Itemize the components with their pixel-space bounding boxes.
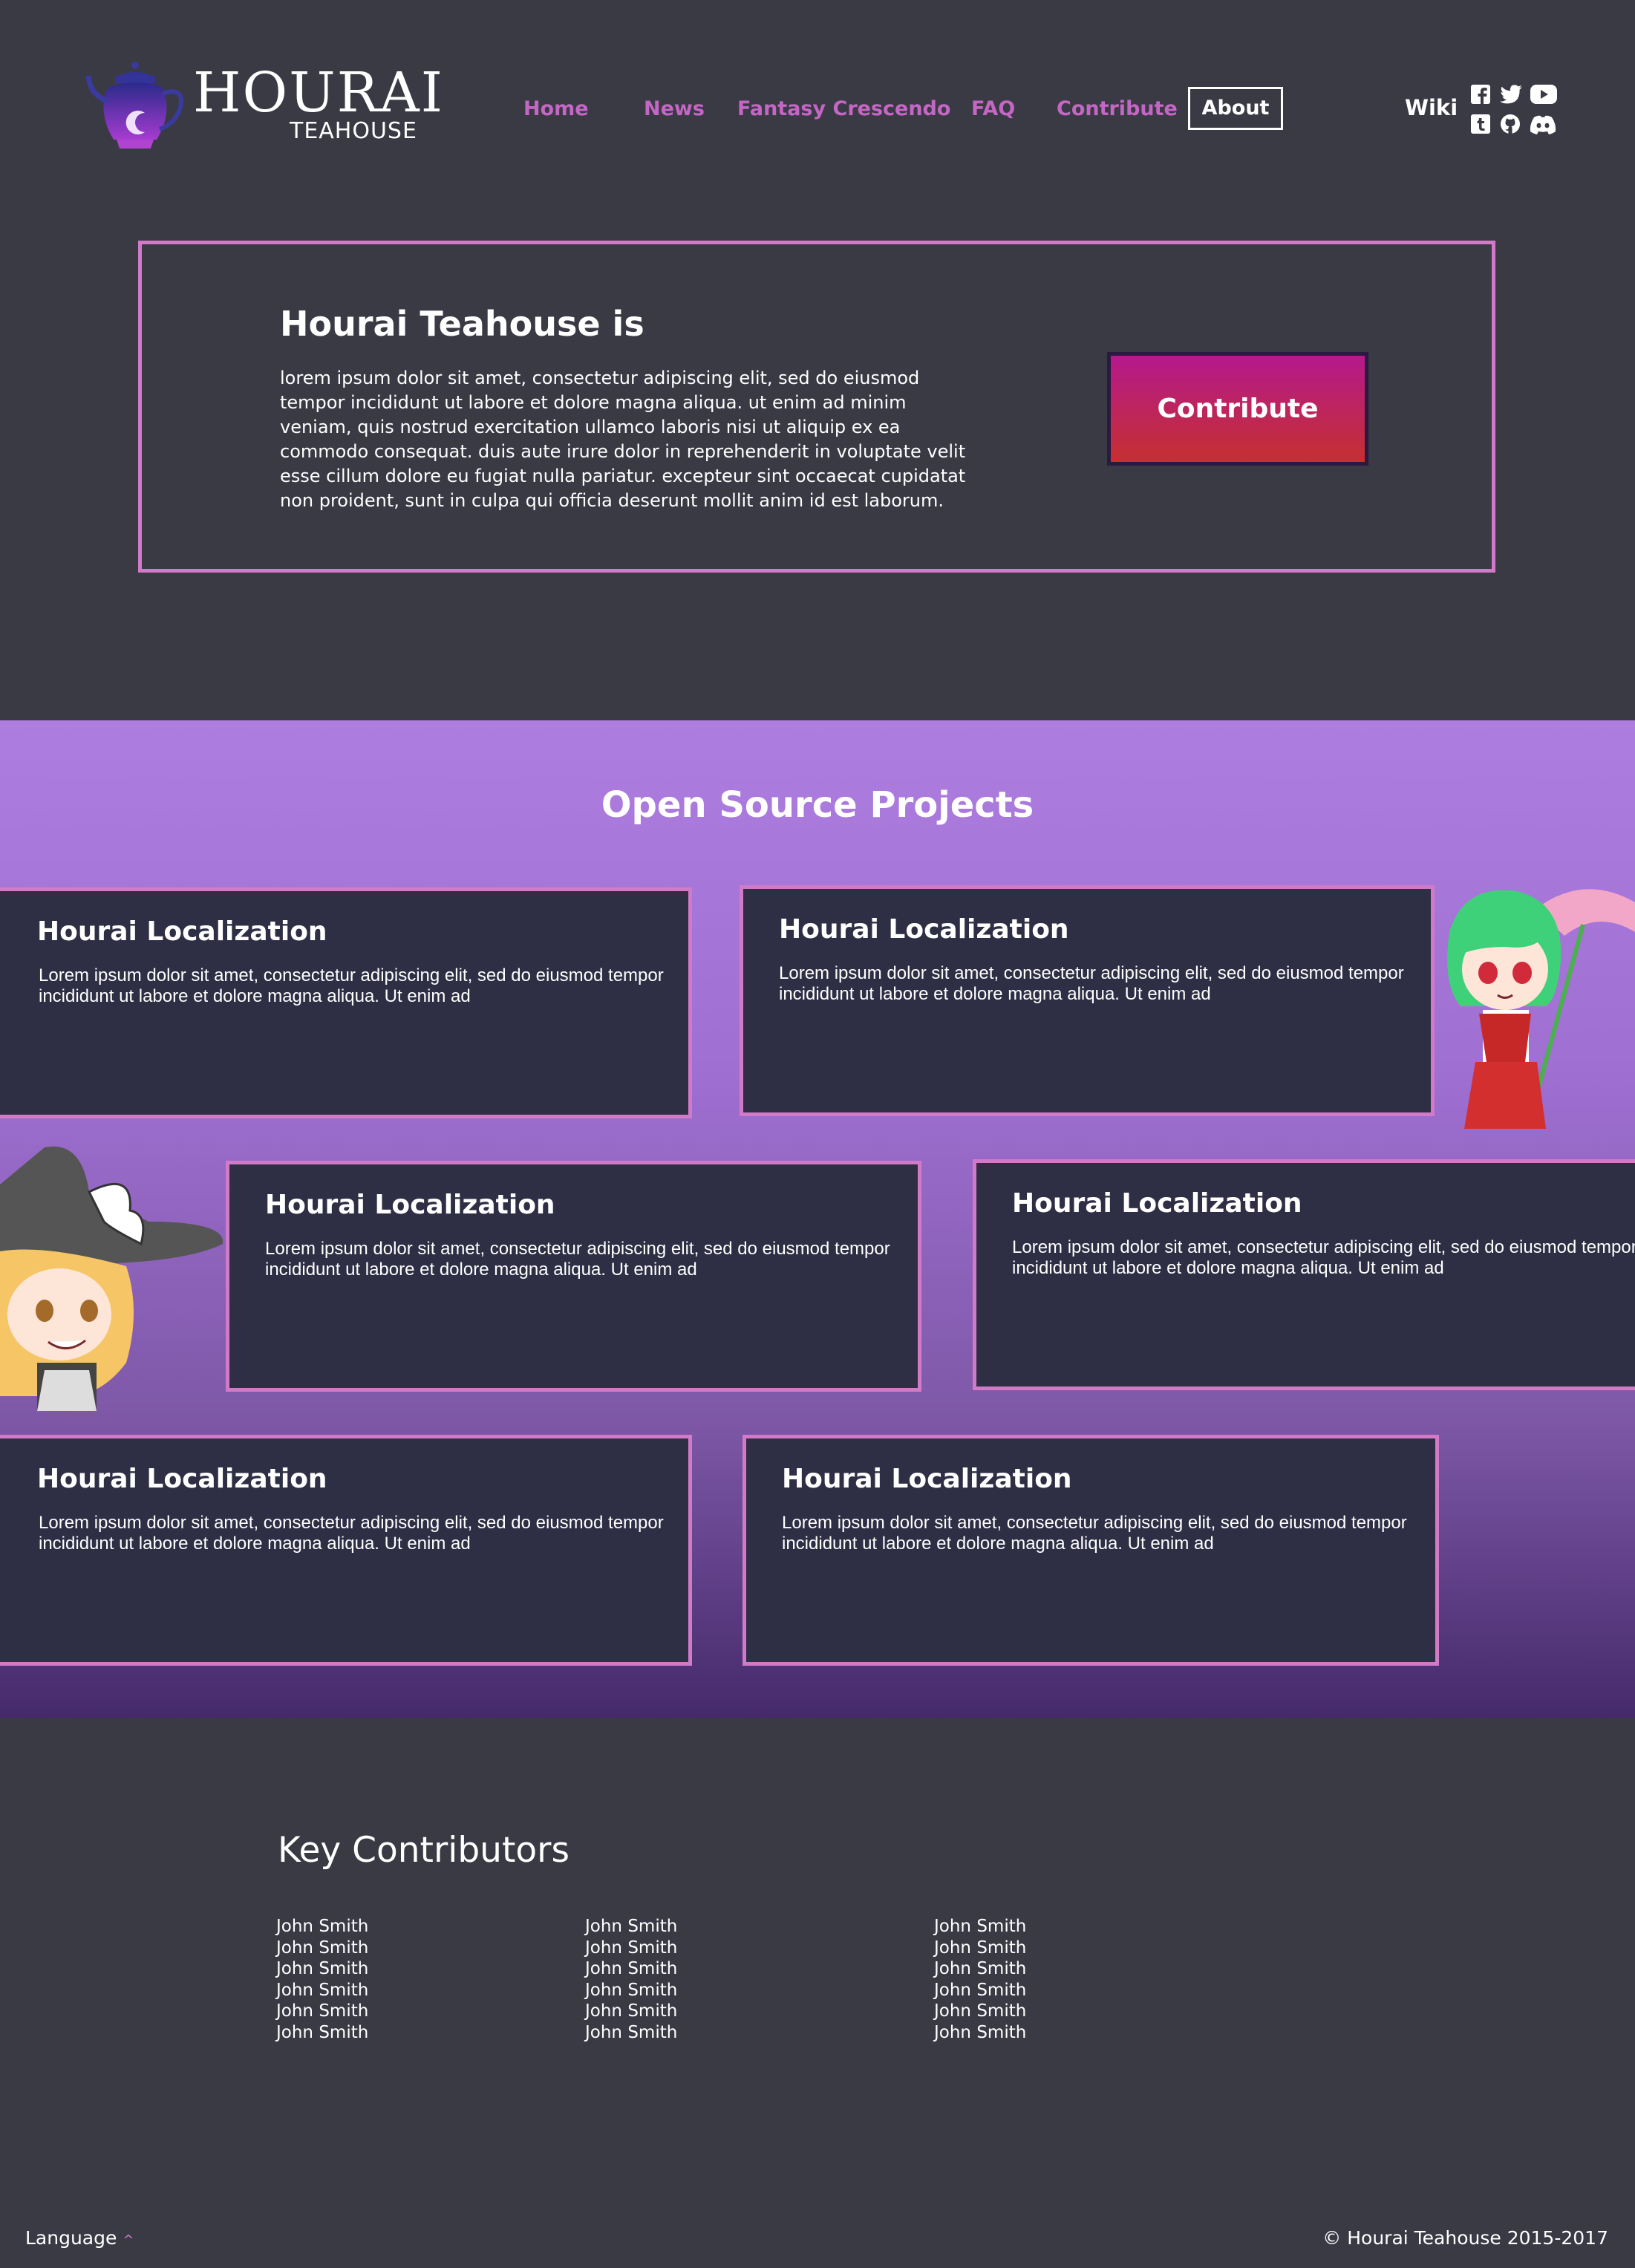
language-label: Language [25, 2227, 117, 2249]
tumblr-icon[interactable] [1471, 114, 1490, 134]
contributor-name: John Smith [585, 2001, 678, 2021]
contributor-name: John Smith [276, 1938, 369, 1958]
site-logo[interactable]: HOURAI TEAHOUSE [85, 61, 443, 157]
contributors-column: John Smith John Smith John Smith John Sm… [276, 1916, 368, 2044]
intro-section: Hourai Teahouse is lorem ipsum dolor sit… [138, 241, 1495, 573]
project-card-description: Lorem ipsum dolor sit amet, consectetur … [782, 1513, 1407, 1554]
project-card-description: Lorem ipsum dolor sit amet, consectetur … [1012, 1237, 1635, 1278]
project-card-title: Hourai Localization [37, 1464, 327, 1494]
nav-fantasy-crescendo[interactable]: Fantasy Crescendo [737, 97, 950, 122]
contributor-name: John Smith [276, 1917, 369, 1936]
project-card-description: Lorem ipsum dolor sit amet, consectetur … [779, 963, 1404, 1004]
contributor-name: John Smith [934, 2022, 1027, 2042]
contributor-name: John Smith [934, 1959, 1027, 1979]
facebook-icon[interactable] [1471, 85, 1490, 104]
project-card-title: Hourai Localization [37, 916, 327, 947]
contribute-button[interactable]: Contribute [1107, 352, 1368, 466]
project-card-title: Hourai Localization [779, 914, 1069, 945]
project-card[interactable]: Hourai Localization Lorem ipsum dolor si… [0, 1435, 692, 1666]
contributor-name: John Smith [585, 2022, 678, 2042]
contributor-name: John Smith [585, 1917, 678, 1936]
contributor-name: John Smith [934, 1938, 1027, 1958]
contributor-name: John Smith [934, 1917, 1027, 1936]
character-illustration-green-hair [1447, 889, 1635, 1129]
project-card-description: Lorem ipsum dolor sit amet, consectetur … [39, 965, 664, 1006]
project-card[interactable]: Hourai Localization Lorem ipsum dolor si… [740, 885, 1435, 1116]
contributor-name: John Smith [276, 2022, 369, 2042]
contributor-name: John Smith [585, 1980, 678, 2000]
contributor-name: John Smith [276, 1959, 369, 1979]
twitter-icon[interactable] [1499, 84, 1523, 105]
contributors-column: John Smith John Smith John Smith John Sm… [585, 1916, 677, 2044]
contributors-title: Key Contributors [278, 1830, 570, 1871]
caret-up-icon: ^ [123, 2232, 134, 2248]
character-illustration-witch [0, 1146, 223, 1411]
project-card-description: Lorem ipsum dolor sit amet, consectetur … [265, 1239, 890, 1280]
project-card[interactable]: Hourai Localization Lorem ipsum dolor si… [973, 1159, 1635, 1390]
nav-faq[interactable]: FAQ [971, 97, 1015, 122]
language-selector[interactable]: Language ^ [25, 2227, 134, 2249]
logo-subtitle: TEAHOUSE [290, 118, 417, 144]
intro-heading: Hourai Teahouse is [280, 304, 644, 344]
project-card-title: Hourai Localization [265, 1190, 555, 1220]
project-card-title: Hourai Localization [782, 1464, 1072, 1494]
project-card-description: Lorem ipsum dolor sit amet, consectetur … [39, 1513, 664, 1554]
project-card[interactable]: Hourai Localization Lorem ipsum dolor si… [743, 1435, 1439, 1666]
projects-title: Open Source Projects [601, 784, 1034, 826]
contributors-column: John Smith John Smith John Smith John Sm… [934, 1916, 1026, 2044]
contributor-name: John Smith [934, 1980, 1027, 2000]
intro-text: lorem ipsum dolor sit amet, consectetur … [280, 368, 966, 511]
youtube-icon[interactable] [1530, 85, 1557, 104]
github-icon[interactable] [1500, 114, 1521, 134]
contributor-name: John Smith [585, 1938, 678, 1958]
project-card-title: Hourai Localization [1012, 1188, 1302, 1219]
nav-home[interactable]: Home [523, 97, 589, 122]
nav-about[interactable]: About [1188, 87, 1283, 130]
contributor-name: John Smith [585, 1959, 678, 1979]
contributor-name: John Smith [276, 2001, 369, 2021]
discord-icon[interactable] [1529, 115, 1557, 134]
copyright-text: © Hourai Teahouse 2015-2017 [1322, 2227, 1608, 2249]
teapot-icon [85, 62, 183, 149]
nav-wiki[interactable]: Wiki [1405, 95, 1458, 120]
project-card[interactable]: Hourai Localization Lorem ipsum dolor si… [0, 887, 692, 1118]
logo-title: HOURAI [193, 61, 444, 125]
contributor-name: John Smith [276, 1980, 369, 2000]
project-card[interactable]: Hourai Localization Lorem ipsum dolor si… [226, 1161, 921, 1392]
projects-section: Open Source Projects Hourai Localization… [0, 720, 1635, 1718]
nav-news[interactable]: News [644, 97, 705, 122]
nav-contribute[interactable]: Contribute [1057, 97, 1178, 122]
contributor-name: John Smith [934, 2001, 1027, 2021]
